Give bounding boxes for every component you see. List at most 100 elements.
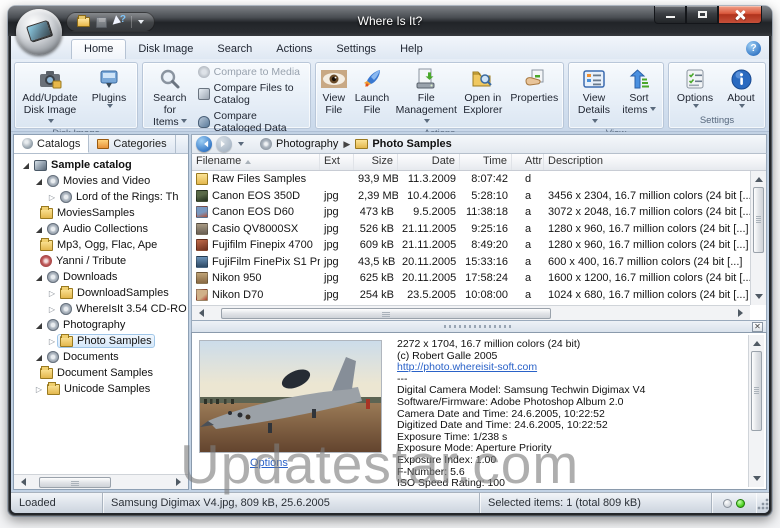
- preview-vertical-scrollbar[interactable]: [748, 335, 764, 487]
- scrollbar-thumb[interactable]: [39, 477, 111, 488]
- options-link[interactable]: Options: [250, 457, 288, 469]
- tree-item-photography[interactable]: Photography: [14, 317, 188, 333]
- list-vertical-scrollbar[interactable]: [750, 171, 766, 305]
- open-catalog-icon[interactable]: [77, 17, 90, 27]
- tab-search[interactable]: Search: [205, 40, 264, 59]
- breadcrumb-parent[interactable]: Photography: [276, 138, 338, 150]
- scroll-down-icon[interactable]: [749, 474, 764, 487]
- plugins-button[interactable]: Plugins: [84, 65, 134, 128]
- scroll-left-icon[interactable]: [192, 307, 207, 320]
- collapse-arrow-icon[interactable]: [33, 385, 45, 394]
- tree-horizontal-scrollbar[interactable]: [14, 474, 188, 489]
- help-icon[interactable]: [746, 41, 761, 56]
- tree-item-whereisit-cdrom[interactable]: WhereIsIt 3.54 CD-RO: [14, 301, 188, 317]
- tree-item-mp3-ogg-flac-ape[interactable]: Mp3, Ogg, Flac, Ape: [14, 237, 188, 253]
- properties-button[interactable]: Properties: [507, 65, 561, 128]
- collapse-arrow-icon[interactable]: [46, 289, 58, 298]
- expand-arrow-icon[interactable]: [33, 273, 45, 282]
- file-row-canon-eos-350d[interactable]: Canon EOS 350D jpg2,39 MB 10.4.20065:28:…: [192, 188, 766, 205]
- tree-item-photo-samples[interactable]: Photo Samples: [14, 333, 188, 349]
- column-date[interactable]: Date: [398, 154, 460, 170]
- file-row-raw-files-samples[interactable]: Raw Files Samples 93,9 MB 11.3.20098:07:…: [192, 171, 766, 188]
- collapse-arrow-icon[interactable]: [46, 305, 58, 314]
- tab-help[interactable]: Help: [388, 40, 435, 59]
- forward-button[interactable]: [216, 136, 232, 152]
- column-filename[interactable]: Filename: [192, 154, 320, 170]
- save-icon[interactable]: [96, 17, 107, 28]
- scroll-up-icon[interactable]: [749, 335, 764, 348]
- tree-item-unicode-samples[interactable]: Unicode Samples: [14, 381, 188, 397]
- tab-categories[interactable]: Categories: [89, 135, 175, 153]
- expand-arrow-icon[interactable]: [33, 225, 45, 234]
- tree-item-document-samples[interactable]: Document Samples: [14, 365, 188, 381]
- scrollbar-thumb[interactable]: [753, 187, 764, 253]
- collapse-arrow-icon[interactable]: [46, 193, 58, 202]
- maximize-button[interactable]: [686, 6, 718, 24]
- tab-home[interactable]: Home: [71, 39, 126, 59]
- scroll-down-icon[interactable]: [751, 292, 766, 305]
- column-time[interactable]: Time: [460, 154, 512, 170]
- scrollbar-thumb[interactable]: [221, 308, 551, 319]
- file-row-nikon-d70[interactable]: Nikon D70 jpg254 kB 23.5.200510:08:00 a1…: [192, 287, 766, 304]
- preview-splitter[interactable]: [191, 321, 767, 332]
- column-size[interactable]: Size: [354, 154, 398, 170]
- expand-arrow-icon[interactable]: [33, 321, 45, 330]
- file-row-casio-qv8000sx[interactable]: Casio QV8000SX jpg526 kB 21.11.20059:25:…: [192, 221, 766, 238]
- file-management-button[interactable]: File Management: [394, 65, 458, 128]
- column-ext[interactable]: Ext: [320, 154, 354, 170]
- tab-disk-image[interactable]: Disk Image: [126, 40, 205, 59]
- context-help-icon[interactable]: [113, 16, 125, 28]
- tree-item-audio-collections[interactable]: Audio Collections: [14, 221, 188, 237]
- resize-grip[interactable]: [756, 493, 769, 513]
- close-button[interactable]: [718, 6, 762, 24]
- file-row-fujifilm-finepix-4700[interactable]: Fujifilm Finepix 4700 jpg609 kB 21.11.20…: [192, 237, 766, 254]
- breadcrumb-current[interactable]: Photo Samples: [372, 138, 451, 150]
- expand-arrow-icon[interactable]: [33, 177, 45, 186]
- file-row-nikon-950[interactable]: Nikon 950 jpg625 kB 20.11.200517:58:24 a…: [192, 270, 766, 287]
- minimize-button[interactable]: [654, 6, 686, 24]
- launch-file-button[interactable]: Launch File: [352, 65, 392, 128]
- customize-toolbar-chevron-icon[interactable]: [138, 20, 144, 27]
- view-details-button[interactable]: View Details: [572, 65, 616, 128]
- collapse-arrow-icon[interactable]: [46, 337, 58, 346]
- tab-catalogs[interactable]: Catalogs: [14, 135, 89, 153]
- tree-item-yanni-tribute[interactable]: Yanni / Tribute: [14, 253, 188, 269]
- tree-item-sample-catalog[interactable]: Sample catalog: [14, 157, 188, 173]
- compare-to-media-button[interactable]: Compare to Media: [196, 65, 307, 79]
- scroll-up-icon[interactable]: [751, 171, 766, 184]
- list-horizontal-scrollbar[interactable]: [192, 305, 750, 320]
- compare-files-to-catalog-button[interactable]: Compare Files to Catalog: [196, 81, 307, 107]
- options-button[interactable]: Options: [672, 65, 718, 115]
- tree-item-documents[interactable]: Documents: [14, 349, 188, 365]
- open-in-explorer-button[interactable]: Open in Explorer: [460, 65, 505, 128]
- tree-item-movies-and-video[interactable]: Movies and Video: [14, 173, 188, 189]
- tree-item-downloads[interactable]: Downloads: [14, 269, 188, 285]
- scroll-left-icon[interactable]: [14, 476, 29, 489]
- file-row-fujifilm-finepix-s1-pro[interactable]: FujiFilm FinePix S1 Pro jpg43,5 kB 20.11…: [192, 254, 766, 271]
- preview-close-button[interactable]: [752, 322, 763, 332]
- tree-item-downloadsamples[interactable]: DownloadSamples: [14, 285, 188, 301]
- tree-item-moviessamples[interactable]: MoviesSamples: [14, 205, 188, 221]
- column-description[interactable]: Description: [544, 154, 766, 170]
- tree-item-lord-of-the-rings[interactable]: Lord of the Rings: Th: [14, 189, 188, 205]
- add-update-disk-image-button[interactable]: Add/Update Disk Image: [18, 65, 82, 128]
- view-file-button[interactable]: View File: [318, 65, 350, 128]
- search-for-items-button[interactable]: Search for Items: [146, 65, 194, 135]
- scrollbar-thumb[interactable]: [751, 351, 762, 431]
- column-attr[interactable]: Attr: [512, 154, 544, 170]
- photo-thumbnail[interactable]: [199, 340, 382, 453]
- expand-arrow-icon[interactable]: [33, 353, 45, 362]
- tab-settings[interactable]: Settings: [324, 40, 388, 59]
- history-dropdown-icon[interactable]: [238, 142, 244, 149]
- back-button[interactable]: [196, 136, 212, 152]
- sort-items-button[interactable]: Sort items: [618, 65, 660, 128]
- expand-arrow-icon[interactable]: [20, 161, 32, 170]
- splitter-grip-icon[interactable]: [444, 325, 514, 328]
- application-menu-button[interactable]: [16, 9, 62, 55]
- photo-site-link[interactable]: http://photo.whereisit-soft.com: [397, 362, 746, 374]
- about-button[interactable]: About: [720, 65, 762, 115]
- scroll-right-icon[interactable]: [173, 476, 188, 489]
- tab-actions[interactable]: Actions: [264, 40, 324, 59]
- scroll-right-icon[interactable]: [735, 307, 750, 320]
- file-row-canon-eos-d60[interactable]: Canon EOS D60 jpg473 kB 9.5.200511:38:18…: [192, 204, 766, 221]
